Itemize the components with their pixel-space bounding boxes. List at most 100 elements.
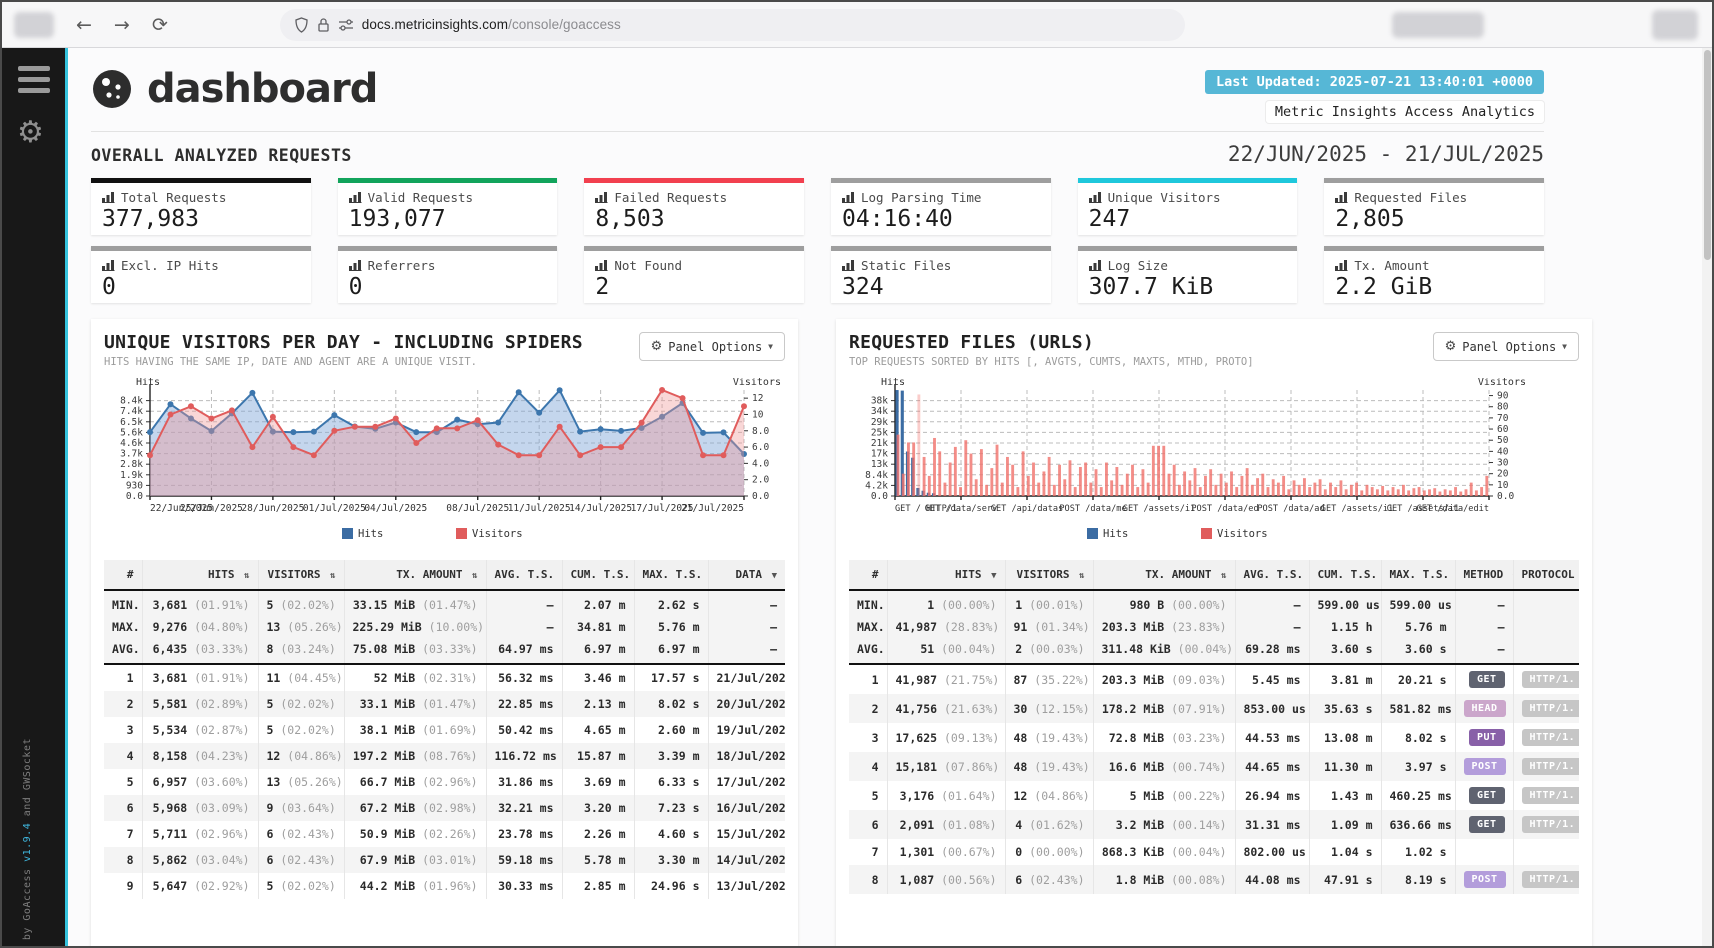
- column-header--[interactable]: #: [849, 560, 887, 590]
- summary-row: MAX.41,987 (28.83%)91 (01.34%)203.3 MiB …: [849, 616, 1579, 638]
- scrollbar[interactable]: [1702, 48, 1712, 946]
- metric-card: Unique Visitors247: [1078, 178, 1298, 235]
- svg-text:21k: 21k: [871, 438, 888, 449]
- panel-options-button[interactable]: ⚙ Panel Options ▼: [1433, 332, 1579, 361]
- table-row: 56,957 (03.60%)13 (05.26%)66.7 MiB (02.9…: [104, 769, 785, 795]
- svg-text:10: 10: [1497, 480, 1509, 491]
- column-header-visitors[interactable]: VISITORS ⇅: [1005, 560, 1093, 590]
- card-label: Failed Requests: [614, 190, 727, 205]
- table-row: 81,087 (00.56%)6 (02.43%)1.8 MiB (00.08%…: [849, 865, 1579, 894]
- card-label: Log Parsing Time: [861, 190, 981, 205]
- svg-text:10: 10: [752, 409, 764, 420]
- forward-button[interactable]: →: [114, 14, 130, 36]
- card-value: 0: [102, 274, 300, 300]
- svg-text:13k: 13k: [871, 459, 888, 470]
- card-label: Unique Visitors: [1108, 190, 1221, 205]
- bar-chart-icon: [595, 260, 608, 271]
- column-header-avg-t-s-[interactable]: AVG. T.S. ⇅: [1235, 560, 1309, 590]
- svg-text:GET /data/edit: GET /data/edit: [1417, 504, 1489, 514]
- column-header-method[interactable]: METHOD ⇅: [1455, 560, 1513, 590]
- header-divider: [91, 131, 1544, 132]
- svg-text:GET /api/datas: GET /api/datas: [991, 504, 1063, 514]
- metric-card: Static Files324: [831, 246, 1051, 303]
- svg-text:8.4k: 8.4k: [865, 470, 888, 481]
- panel-title: UNIQUE VISITORS PER DAY - INCLUDING SPID…: [104, 332, 583, 353]
- bar-chart-icon: [102, 260, 115, 271]
- card-value: 8,503: [595, 206, 793, 232]
- back-button[interactable]: ←: [76, 14, 92, 36]
- svg-text:8.0: 8.0: [752, 426, 769, 437]
- column-header-hits[interactable]: HITS ⇅: [142, 560, 258, 590]
- svg-text:20: 20: [1497, 469, 1509, 480]
- svg-text:28/Jun/2025: 28/Jun/2025: [241, 503, 304, 514]
- svg-text:17k: 17k: [871, 449, 888, 460]
- column-header-tx-amount[interactable]: TX. AMOUNT ⇅: [1093, 560, 1235, 590]
- sort-icon: ▼: [772, 571, 777, 581]
- section-title: OVERALL ANALYZED REQUESTS: [91, 146, 352, 165]
- column-header-cum-t-s-[interactable]: CUM. T.S. ⇅: [1309, 560, 1381, 590]
- table-row: 48,158 (04.23%)12 (04.86%)197.2 MiB (08.…: [104, 743, 785, 769]
- toolbar-item-blurred: [1392, 12, 1484, 38]
- browser-window: ← → ⟳ docs.metricinsights.com/console/go…: [0, 0, 1714, 948]
- panel-options-button[interactable]: ⚙ Panel Options ▼: [639, 332, 785, 361]
- bar-chart-icon: [349, 192, 362, 203]
- card-label: Total Requests: [121, 190, 226, 205]
- svg-text:GET /data/serv: GET /data/serv: [925, 504, 997, 514]
- scrollbar-thumb[interactable]: [1704, 50, 1711, 260]
- svg-text:Visitors: Visitors: [1217, 528, 1268, 540]
- goaccess-version-link[interactable]: v1.9.4: [22, 823, 33, 862]
- method-badge: GET: [1469, 787, 1505, 804]
- svg-text:POST /data/ed: POST /data/ed: [1191, 504, 1258, 514]
- svg-text:Visitors: Visitors: [1478, 378, 1526, 388]
- card-label: Valid Requests: [368, 190, 473, 205]
- metric-card: Referrers0: [338, 246, 558, 303]
- metric-card: Tx. Amount2.2 GiB: [1324, 246, 1544, 303]
- column-header-avg-t-s-[interactable]: AVG. T.S. ⇅: [486, 560, 562, 590]
- permissions-icon[interactable]: [338, 18, 354, 32]
- reload-button[interactable]: ⟳: [152, 14, 168, 36]
- column-header-visitors[interactable]: VISITORS ⇅: [258, 560, 344, 590]
- column-header-hits[interactable]: HITS ▼: [887, 560, 1005, 590]
- card-label: Requested Files: [1354, 190, 1467, 205]
- page-title: dashboard: [147, 66, 377, 112]
- column-header-protocol[interactable]: PROTOCOL ⇅: [1513, 560, 1579, 590]
- method-badge: POST: [1464, 758, 1506, 775]
- svg-text:8.4k: 8.4k: [120, 396, 143, 407]
- method-badge: PUT: [1469, 729, 1505, 746]
- svg-text:08/Jul/2025: 08/Jul/2025: [446, 503, 509, 514]
- summary-row: MIN.3,681 (01.91%)5 (02.02%)33.15 MiB (0…: [104, 590, 785, 616]
- svg-text:01/Jul/2025: 01/Jul/2025: [303, 503, 366, 514]
- svg-text:11/Jul/2025: 11/Jul/2025: [508, 503, 571, 514]
- sort-icon: ⇅: [1221, 571, 1226, 581]
- column-header-cum-t-s-[interactable]: CUM. T.S. ⇅: [562, 560, 634, 590]
- column-header-data[interactable]: DATA ▼: [708, 560, 785, 590]
- table-row: 71,301 (00.67%)0 (00.00%)868.3 KiB (00.0…: [849, 839, 1579, 865]
- svg-text:0.0: 0.0: [126, 491, 143, 502]
- address-bar[interactable]: docs.metricinsights.com/console/goaccess: [280, 9, 1185, 41]
- svg-text:3.7k: 3.7k: [120, 449, 143, 460]
- protocol-badge: HTTP/1.: [1522, 787, 1580, 804]
- column-header-tx-amount[interactable]: TX. AMOUNT ⇅: [344, 560, 486, 590]
- svg-text:4.6k: 4.6k: [120, 438, 143, 449]
- bar-chart-icon: [595, 192, 608, 203]
- method-badge: GET: [1469, 671, 1505, 688]
- svg-text:7.4k: 7.4k: [120, 406, 143, 417]
- url-text: docs.metricinsights.com/console/goaccess: [362, 17, 621, 32]
- data-table: #HITS ▼VISITORS ⇅TX. AMOUNT ⇅AVG. T.S. ⇅…: [849, 560, 1579, 894]
- column-header-max-t-s-[interactable]: MAX. T.S. ⇅: [1381, 560, 1455, 590]
- column-header--[interactable]: #: [104, 560, 142, 590]
- card-value: 2,805: [1335, 206, 1533, 232]
- menu-icon[interactable]: [18, 66, 65, 93]
- svg-text:Visitors: Visitors: [472, 528, 523, 540]
- panel-unique-visitors: UNIQUE VISITORS PER DAY - INCLUDING SPID…: [91, 319, 798, 946]
- metric-card: Excl. IP Hits0: [91, 246, 311, 303]
- gear-icon: ⚙: [1445, 339, 1457, 354]
- app-sidebar: ⚙ by GoAccess v1.9.4 and GWSocket: [2, 48, 68, 946]
- svg-text:4.0: 4.0: [752, 458, 769, 469]
- svg-text:60: 60: [1497, 424, 1509, 435]
- settings-gear-icon[interactable]: ⚙: [17, 115, 65, 150]
- card-value: 324: [842, 274, 1040, 300]
- shield-icon[interactable]: [294, 17, 309, 33]
- card-label: Not Found: [614, 258, 682, 273]
- column-header-max-t-s-[interactable]: MAX. T.S. ⇅: [634, 560, 708, 590]
